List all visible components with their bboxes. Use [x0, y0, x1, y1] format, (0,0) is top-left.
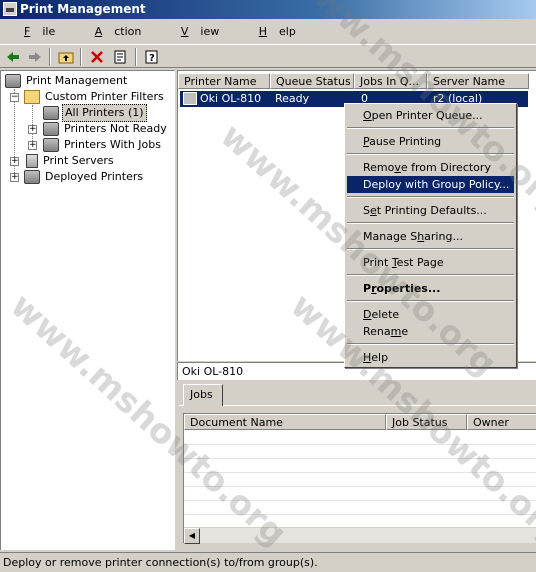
menu-bar: File Action View Help	[0, 21, 536, 43]
menu-help[interactable]: Help	[235, 21, 308, 43]
menu-separator	[347, 343, 514, 345]
horizontal-scrollbar[interactable]: ◀	[184, 527, 536, 544]
tree-item-print-management[interactable]: Print Management	[5, 73, 129, 89]
row-queue-status: Ready	[275, 92, 310, 105]
grid-line	[184, 514, 536, 515]
grid-line	[184, 444, 536, 445]
menu-separator	[347, 127, 514, 129]
column-header-owner[interactable]: Owner	[467, 414, 536, 430]
scroll-left-icon[interactable]: ◀	[184, 528, 200, 544]
back-arrow-icon[interactable]	[4, 48, 22, 66]
toolbar-separator	[80, 48, 82, 66]
properties-icon[interactable]	[111, 48, 129, 66]
printer-filter-icon	[43, 106, 59, 120]
menu-action[interactable]: Action	[71, 21, 154, 43]
menu-separator	[347, 222, 514, 224]
print-management-icon	[5, 74, 21, 88]
menu-item-deploy-with-group-policy[interactable]: Deploy with Group Policy...	[347, 176, 514, 193]
column-header-printer-name[interactable]: Printer Name	[178, 73, 270, 89]
column-header-document-name[interactable]: Document Name	[184, 414, 386, 430]
expand-toggle[interactable]: +	[10, 157, 19, 166]
toolbar-separator	[49, 48, 51, 66]
status-bar: Deploy or remove printer connection(s) t…	[0, 552, 536, 572]
printer-filter-icon	[43, 138, 59, 152]
column-header-jobs-in-queue[interactable]: Jobs In Q...	[354, 73, 427, 89]
delete-icon[interactable]	[88, 48, 106, 66]
deployed-printers-icon	[24, 170, 40, 184]
help-icon[interactable]: ?	[143, 48, 161, 66]
tree-item-printers-not-ready[interactable]: Printers Not Ready	[43, 121, 169, 137]
tree-item-deployed-printers[interactable]: Deployed Printers	[24, 169, 145, 185]
server-icon	[26, 154, 38, 168]
menu-item-open-printer-queue[interactable]: Open Printer Queue...	[347, 107, 514, 124]
tree-connector	[14, 89, 15, 181]
title-bar: Print Management	[0, 0, 536, 19]
jobs-grid: Document Name Job Status Owner ◀	[183, 413, 536, 544]
toolbar: ?	[0, 44, 536, 68]
grid-line	[184, 458, 536, 459]
menu-separator	[347, 248, 514, 250]
menu-item-help[interactable]: Help	[347, 349, 514, 366]
menu-item-delete[interactable]: Delete	[347, 306, 514, 323]
tree-item-print-servers[interactable]: Print Servers	[24, 153, 116, 169]
forward-arrow-icon[interactable]	[26, 48, 44, 66]
menu-file[interactable]: File	[0, 21, 67, 43]
expand-toggle[interactable]: +	[28, 141, 37, 150]
collapse-toggle[interactable]: −	[10, 93, 19, 102]
column-header-queue-status[interactable]: Queue Status	[270, 73, 354, 89]
menu-item-rename[interactable]: Rename	[347, 323, 514, 340]
window-title: Print Management	[20, 2, 146, 16]
menu-item-set-printing-defaults[interactable]: Set Printing Defaults...	[347, 202, 514, 219]
tree-item-printers-with-jobs[interactable]: Printers With Jobs	[43, 137, 163, 153]
expand-toggle[interactable]: +	[10, 173, 19, 182]
printer-app-icon	[3, 2, 17, 16]
column-header-server-name[interactable]: Server Name	[427, 73, 529, 89]
menu-item-properties[interactable]: Properties...	[347, 280, 514, 297]
tab-strip: Jobs	[179, 384, 536, 406]
grid-line	[184, 486, 536, 487]
menu-separator	[347, 274, 514, 276]
menu-item-print-test-page[interactable]: Print Test Page	[347, 254, 514, 271]
folder-icon	[24, 90, 40, 104]
row-printer-name: Oki OL-810	[200, 92, 262, 105]
tree-item-custom-printer-filters[interactable]: Custom Printer Filters	[24, 89, 166, 105]
printer-filter-icon	[43, 122, 59, 136]
printer-icon	[183, 92, 197, 105]
grid-line	[184, 472, 536, 473]
grid-line	[184, 500, 536, 501]
expand-toggle[interactable]: +	[28, 125, 37, 134]
menu-item-manage-sharing[interactable]: Manage Sharing...	[347, 228, 514, 245]
menu-separator	[347, 196, 514, 198]
menu-item-remove-from-directory[interactable]: Remove from Directory	[347, 159, 514, 176]
tree-item-all-printers[interactable]: All Printers (1)	[43, 104, 147, 122]
svg-text:?: ?	[149, 53, 155, 64]
detail-pane: Oki OL-810 Jobs Document Name Job Status…	[177, 362, 536, 550]
console-tree: Print Management − Custom Printer Filter…	[0, 70, 175, 550]
menu-view[interactable]: View	[157, 21, 231, 43]
context-menu: Open Printer Queue... Pause Printing Rem…	[344, 103, 517, 368]
up-folder-icon[interactable]	[57, 48, 75, 66]
menu-item-pause-printing[interactable]: Pause Printing	[347, 133, 514, 150]
toolbar-separator	[135, 48, 137, 66]
menu-separator	[347, 153, 514, 155]
column-header-job-status[interactable]: Job Status	[386, 414, 467, 430]
menu-separator	[347, 300, 514, 302]
tab-jobs[interactable]: Jobs	[183, 384, 223, 406]
